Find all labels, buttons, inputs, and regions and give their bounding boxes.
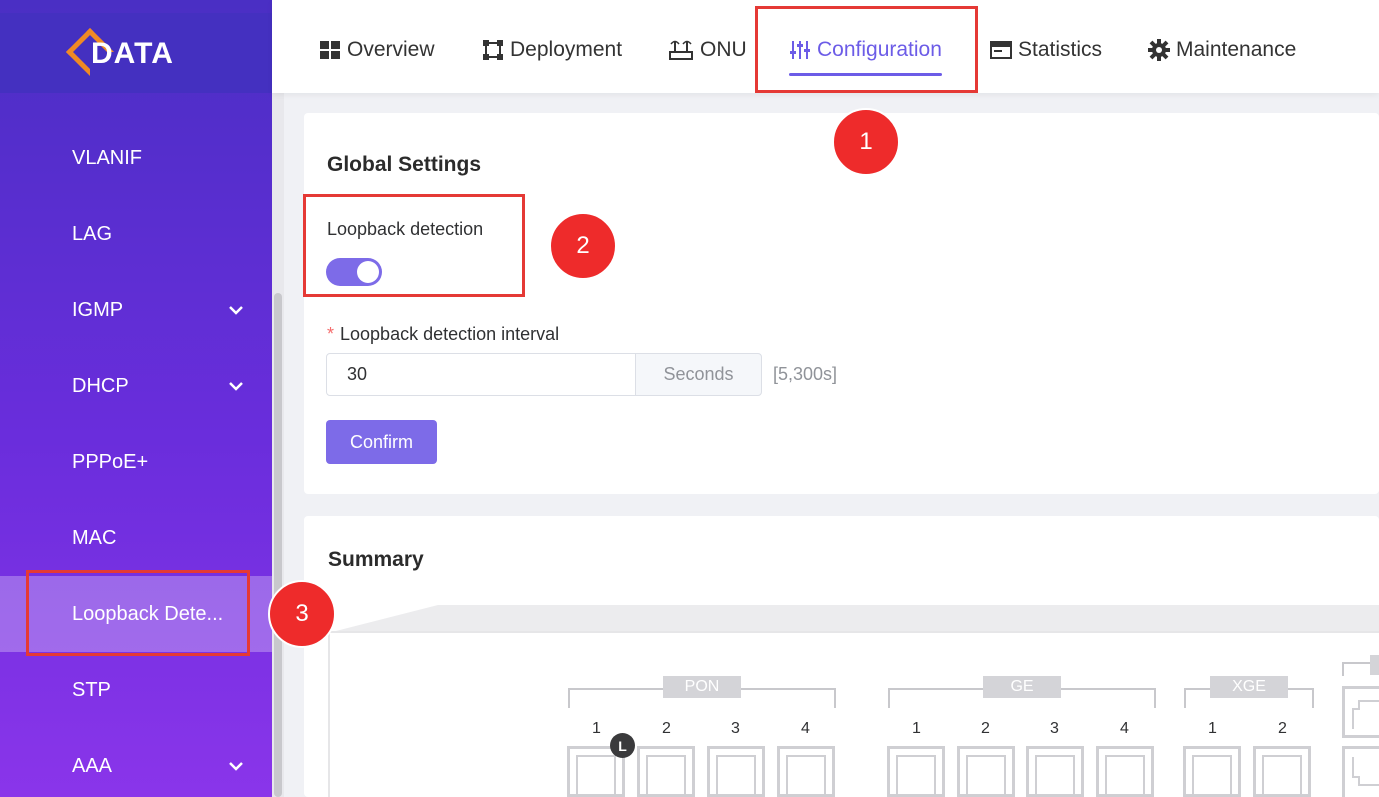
sidebar-item-label: LAG [72, 222, 113, 245]
port-group-ge: GE [888, 676, 1156, 708]
annotation-marker-2: 2 [549, 212, 617, 280]
tab-label: Deployment [510, 38, 623, 61]
port-number: 2 [981, 720, 990, 737]
sidebar-scrollbar[interactable] [272, 93, 284, 797]
chevron-down-icon [229, 382, 243, 391]
deployment-icon [483, 40, 503, 60]
sidebar-item-mac[interactable]: MAC [0, 500, 272, 576]
sidebar-item-label: MAC [72, 526, 117, 549]
tab-label: Overview [347, 38, 435, 61]
tab-onu[interactable]: ONU [668, 36, 747, 64]
port-group-partial-label [1370, 655, 1379, 675]
window-icon [990, 41, 1012, 59]
port-xge-2[interactable] [1253, 746, 1311, 797]
sidebar-menu: VLANIF LAG IGMP DHCP PPPoE+ MAC Loopback… [0, 120, 272, 797]
port-number: 2 [1278, 720, 1287, 737]
port-ge-3[interactable] [1026, 746, 1084, 797]
group-label: GE [983, 676, 1061, 698]
sidebar: DATA VLANIF LAG IGMP DHCP PPPoE+ MAC Loo… [0, 0, 272, 797]
interval-label-text: Loopback detection interval [340, 324, 560, 344]
sidebar-item-pppoe[interactable]: PPPoE+ [0, 424, 272, 500]
port-number: 1 [912, 720, 921, 737]
port-inner [1105, 755, 1145, 794]
annotation-box-toggle [303, 194, 525, 297]
group-label: PON [663, 676, 741, 698]
tab-statistics[interactable]: Statistics [990, 36, 1102, 64]
tab-deployment[interactable]: Deployment [482, 36, 622, 64]
sidebar-item-label: STP [72, 678, 111, 701]
tab-maintenance[interactable]: Maintenance [1148, 36, 1296, 64]
sidebar-item-label: VLANIF [72, 146, 143, 169]
port-ge-4[interactable] [1096, 746, 1154, 797]
global-settings-title: Global Settings [327, 153, 482, 176]
rj45-port-icon [1352, 757, 1379, 786]
required-mark: * [327, 324, 335, 344]
logo: DATA [65, 23, 201, 83]
port-pon-3[interactable] [707, 746, 765, 797]
interval-unit: Seconds [635, 353, 762, 396]
port-number: 3 [731, 720, 740, 737]
port-inner [1262, 755, 1302, 794]
port-group-xge: XGE [1184, 676, 1314, 708]
logo-bar: DATA [0, 13, 272, 93]
port-inner [786, 755, 826, 794]
group-label: XGE [1210, 676, 1288, 698]
port-pon-2[interactable] [637, 746, 695, 797]
port-group-pon: PON [568, 676, 836, 708]
port-number: 4 [1120, 720, 1129, 737]
sidebar-item-label: IGMP [72, 298, 124, 321]
port-pon-4[interactable] [777, 746, 835, 797]
gear-icon [1148, 39, 1170, 61]
chevron-down-icon [229, 306, 243, 315]
sidebar-item-label: PPPoE+ [72, 450, 149, 473]
port-inner [1035, 755, 1075, 794]
confirm-button[interactable]: Confirm [326, 420, 437, 464]
chevron-down-icon [229, 762, 243, 771]
port-inner [646, 755, 686, 794]
port-ge-1[interactable] [887, 746, 945, 797]
sidebar-item-igmp[interactable]: IGMP [0, 272, 272, 348]
port-number: 2 [662, 720, 671, 737]
port-rj45-upper[interactable] [1342, 686, 1379, 738]
sidebar-item-lag[interactable]: LAG [0, 196, 272, 272]
tab-overview[interactable]: Overview [319, 36, 435, 64]
interval-range-hint: [5,300s] [773, 364, 838, 384]
interval-input[interactable] [326, 353, 636, 396]
annotation-marker-3: 3 [268, 580, 336, 648]
router-icon [669, 40, 693, 60]
port-number: 1 [1208, 720, 1217, 737]
port-number: 1 [592, 720, 601, 737]
port-ge-2[interactable] [957, 746, 1015, 797]
port-inner [576, 755, 616, 794]
tab-label: Statistics [1018, 38, 1103, 61]
sidebar-item-label: DHCP [72, 374, 129, 397]
port-rj45-lower[interactable] [1342, 746, 1379, 797]
rj45-port-icon [1352, 700, 1379, 729]
grid-icon [320, 41, 340, 59]
loop-badge: L [610, 733, 635, 758]
sidebar-item-dhcp[interactable]: DHCP [0, 348, 272, 424]
annotation-box-sidebar-item [26, 570, 250, 656]
device-panel-top [328, 605, 1379, 633]
port-inner [966, 755, 1006, 794]
annotation-marker-1: 1 [832, 108, 900, 176]
port-number: 4 [801, 720, 810, 737]
port-inner [896, 755, 936, 794]
tab-label: Maintenance [1176, 38, 1297, 61]
port-xge-1[interactable] [1183, 746, 1241, 797]
logo-text: DATA [91, 37, 174, 70]
annotation-box-configuration [755, 6, 978, 93]
tab-label: ONU [700, 38, 747, 61]
port-number: 3 [1050, 720, 1059, 737]
scrollbar-thumb[interactable] [274, 293, 282, 797]
port-inner [716, 755, 756, 794]
summary-title: Summary [328, 548, 424, 571]
port-inner [1192, 755, 1232, 794]
interval-label: * Loopback detection interval [327, 324, 559, 345]
sidebar-item-label: AAA [72, 754, 113, 777]
sidebar-item-stp[interactable]: STP [0, 652, 272, 728]
sidebar-item-aaa[interactable]: AAA [0, 728, 272, 797]
sidebar-item-vlanif[interactable]: VLANIF [0, 120, 272, 196]
